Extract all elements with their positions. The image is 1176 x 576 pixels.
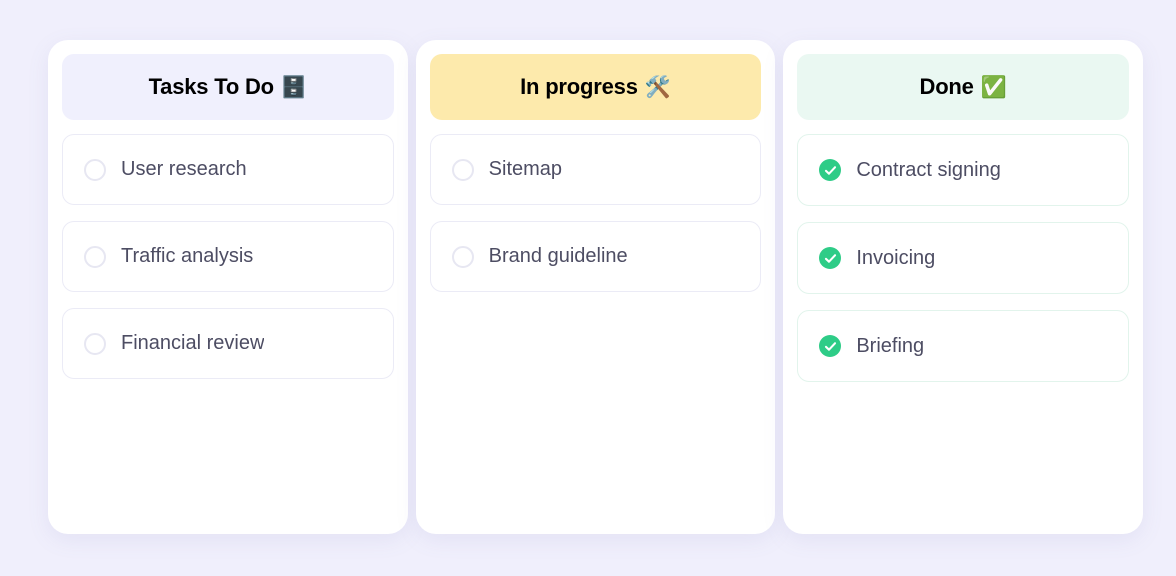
task-card[interactable]: Sitemap: [429, 134, 762, 205]
column-header-progress: In progress 🛠️: [429, 54, 762, 120]
task-label: Financial review: [121, 332, 265, 354]
file-cabinet-emoji: 🗄️: [280, 75, 308, 99]
task-card[interactable]: Contract signing: [797, 134, 1130, 206]
check-mark-button-emoji: ✅: [980, 75, 1007, 99]
kanban-column-done: Done ✅ Contract signing Invoicing Briefing: [783, 40, 1144, 534]
task-card[interactable]: Briefing: [797, 310, 1130, 382]
empty-circle-icon[interactable]: [84, 158, 106, 181]
empty-circle-icon[interactable]: [84, 245, 106, 268]
column-title: Done: [919, 74, 974, 99]
task-label: Brand guideline: [488, 245, 628, 267]
task-card[interactable]: Financial review: [62, 308, 394, 379]
kanban-board: Tasks To Do 🗄️ User research Traffic analys…: [48, 40, 1144, 534]
task-card[interactable]: User research: [62, 134, 394, 205]
task-label: Contract signing: [856, 158, 1001, 181]
task-label: User research: [121, 158, 247, 180]
checked-circle-icon[interactable]: [819, 159, 842, 181]
empty-circle-icon[interactable]: [451, 245, 474, 268]
task-label: Briefing: [856, 334, 925, 357]
column-title: Tasks To Do: [148, 74, 275, 99]
card-list-todo: User research Traffic analysis Financial r…: [62, 134, 394, 379]
hammer-and-wrench-emoji: 🛠️: [644, 75, 671, 99]
column-title: In progress: [520, 74, 638, 99]
kanban-column-todo: Tasks To Do 🗄️ User research Traffic analys…: [48, 40, 408, 534]
task-label: Sitemap: [488, 158, 563, 180]
empty-circle-icon[interactable]: [84, 332, 106, 355]
checked-circle-icon[interactable]: [819, 247, 842, 269]
kanban-column-progress: In progress 🛠️ Sitemap Brand guideline: [415, 40, 776, 534]
task-label: Invoicing: [856, 246, 936, 269]
task-card[interactable]: Invoicing: [797, 222, 1130, 294]
card-list-progress: Sitemap Brand guideline: [429, 134, 762, 292]
card-list-done: Contract signing Invoicing Briefing: [797, 134, 1130, 382]
column-header-todo: Tasks To Do 🗄️: [62, 54, 394, 120]
task-label: Traffic analysis: [121, 245, 254, 267]
empty-circle-icon[interactable]: [451, 158, 474, 181]
checked-circle-icon[interactable]: [819, 335, 842, 357]
column-header-done: Done ✅: [797, 54, 1130, 120]
task-card[interactable]: Brand guideline: [429, 221, 762, 292]
task-card[interactable]: Traffic analysis: [62, 221, 394, 292]
